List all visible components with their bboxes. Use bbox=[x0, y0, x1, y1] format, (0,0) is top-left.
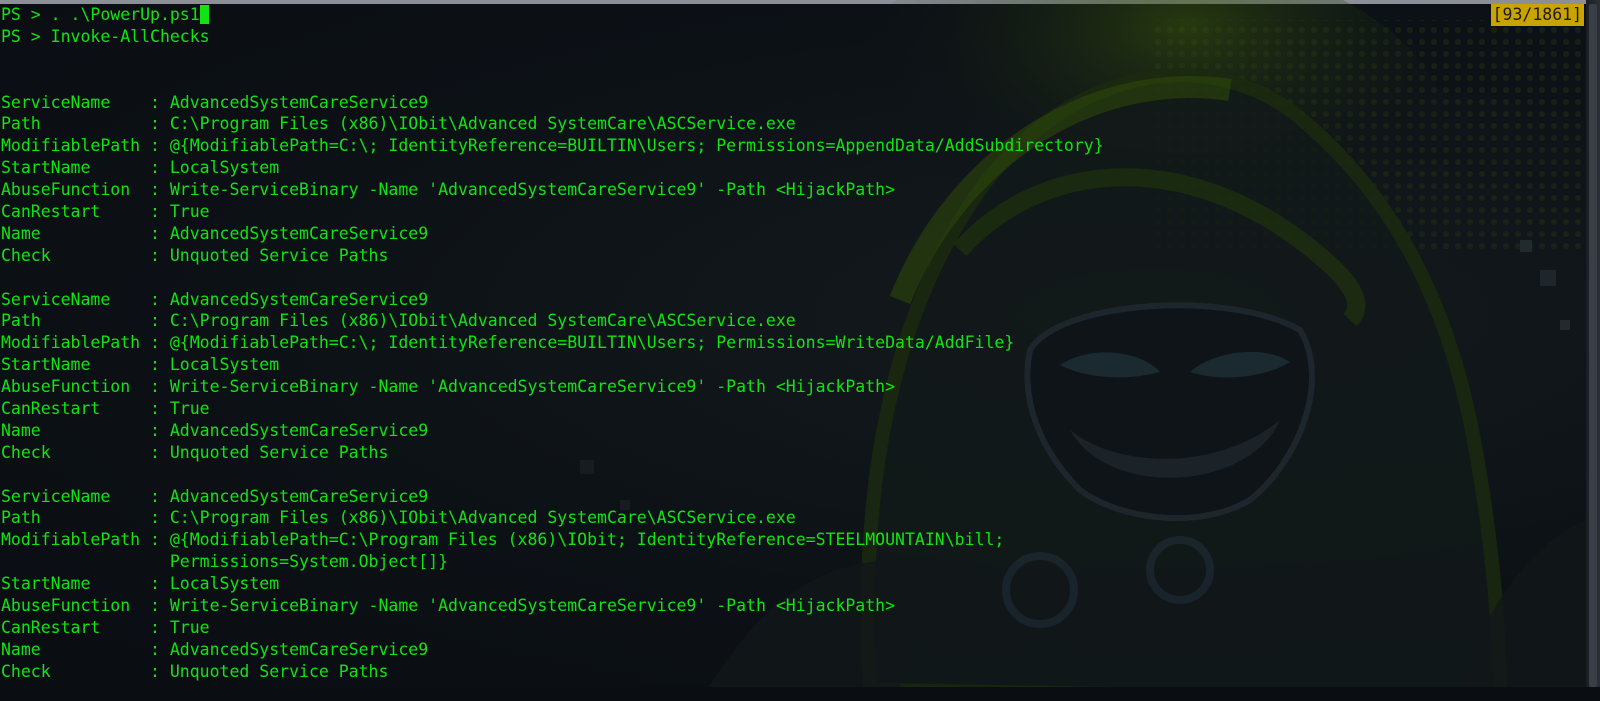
output-line: ModifiablePath : @{ModifiablePath=C:\; I… bbox=[1, 333, 1015, 353]
scrollbar-thumb[interactable] bbox=[1589, 4, 1597, 687]
output-line: Name : AdvancedSystemCareService9 bbox=[1, 639, 429, 659]
output-line: Permissions=System.Object[]} bbox=[1, 552, 449, 572]
output-line: StartName : LocalSystem bbox=[1, 574, 280, 594]
output-line: Check : Unquoted Service Paths bbox=[1, 442, 389, 462]
output-line: ServiceName : AdvancedSystemCareService9 bbox=[1, 486, 429, 506]
output-line: AbuseFunction : Write-ServiceBinary -Nam… bbox=[1, 180, 896, 200]
output-line: ModifiablePath : @{ModifiablePath=C:\; I… bbox=[1, 136, 1104, 156]
output-line: Name : AdvancedSystemCareService9 bbox=[1, 420, 429, 440]
output-line: Path : C:\Program Files (x86)\IObit\Adva… bbox=[1, 311, 796, 331]
output-line: ServiceName : AdvancedSystemCareService9 bbox=[1, 289, 429, 309]
output-line: AbuseFunction : Write-ServiceBinary -Nam… bbox=[1, 377, 896, 397]
output-line: CanRestart : True bbox=[1, 399, 210, 419]
output-line: StartName : LocalSystem bbox=[1, 355, 280, 375]
output-line: Path : C:\Program Files (x86)\IObit\Adva… bbox=[1, 114, 796, 134]
output-line: StartName : LocalSystem bbox=[1, 158, 280, 178]
output-line: ModifiablePath : @{ModifiablePath=C:\Pro… bbox=[1, 530, 1005, 550]
text-cursor bbox=[199, 5, 209, 24]
prompt-line-1: PS > . .\PowerUp.ps1 bbox=[1, 4, 1104, 26]
output-line: Check : Unquoted Service Paths bbox=[1, 245, 389, 265]
output-line: Name : AdvancedSystemCareService9 bbox=[1, 223, 429, 243]
output-line: Check : Unquoted Service Paths bbox=[1, 661, 389, 681]
window-bottom-edge bbox=[0, 687, 1600, 701]
prompt-line-2: PS > Invoke-AllChecks bbox=[1, 26, 210, 46]
output-line: AbuseFunction : Write-ServiceBinary -Nam… bbox=[1, 596, 896, 616]
output-line: CanRestart : True bbox=[1, 617, 210, 637]
output-line: ServiceName : AdvancedSystemCareService9 bbox=[1, 92, 429, 112]
output-line: CanRestart : True bbox=[1, 202, 210, 222]
output-line: Path : C:\Program Files (x86)\IObit\Adva… bbox=[1, 508, 796, 528]
scrollbar[interactable] bbox=[1586, 0, 1600, 701]
terminal-output[interactable]: PS > . .\PowerUp.ps1 PS > Invoke-AllChec… bbox=[1, 4, 1104, 683]
command-text: PS > . .\PowerUp.ps1 bbox=[1, 5, 200, 24]
scroll-position-indicator: [93/1861] bbox=[1490, 4, 1584, 26]
terminal-window[interactable]: PS > . .\PowerUp.ps1 PS > Invoke-AllChec… bbox=[0, 0, 1600, 701]
